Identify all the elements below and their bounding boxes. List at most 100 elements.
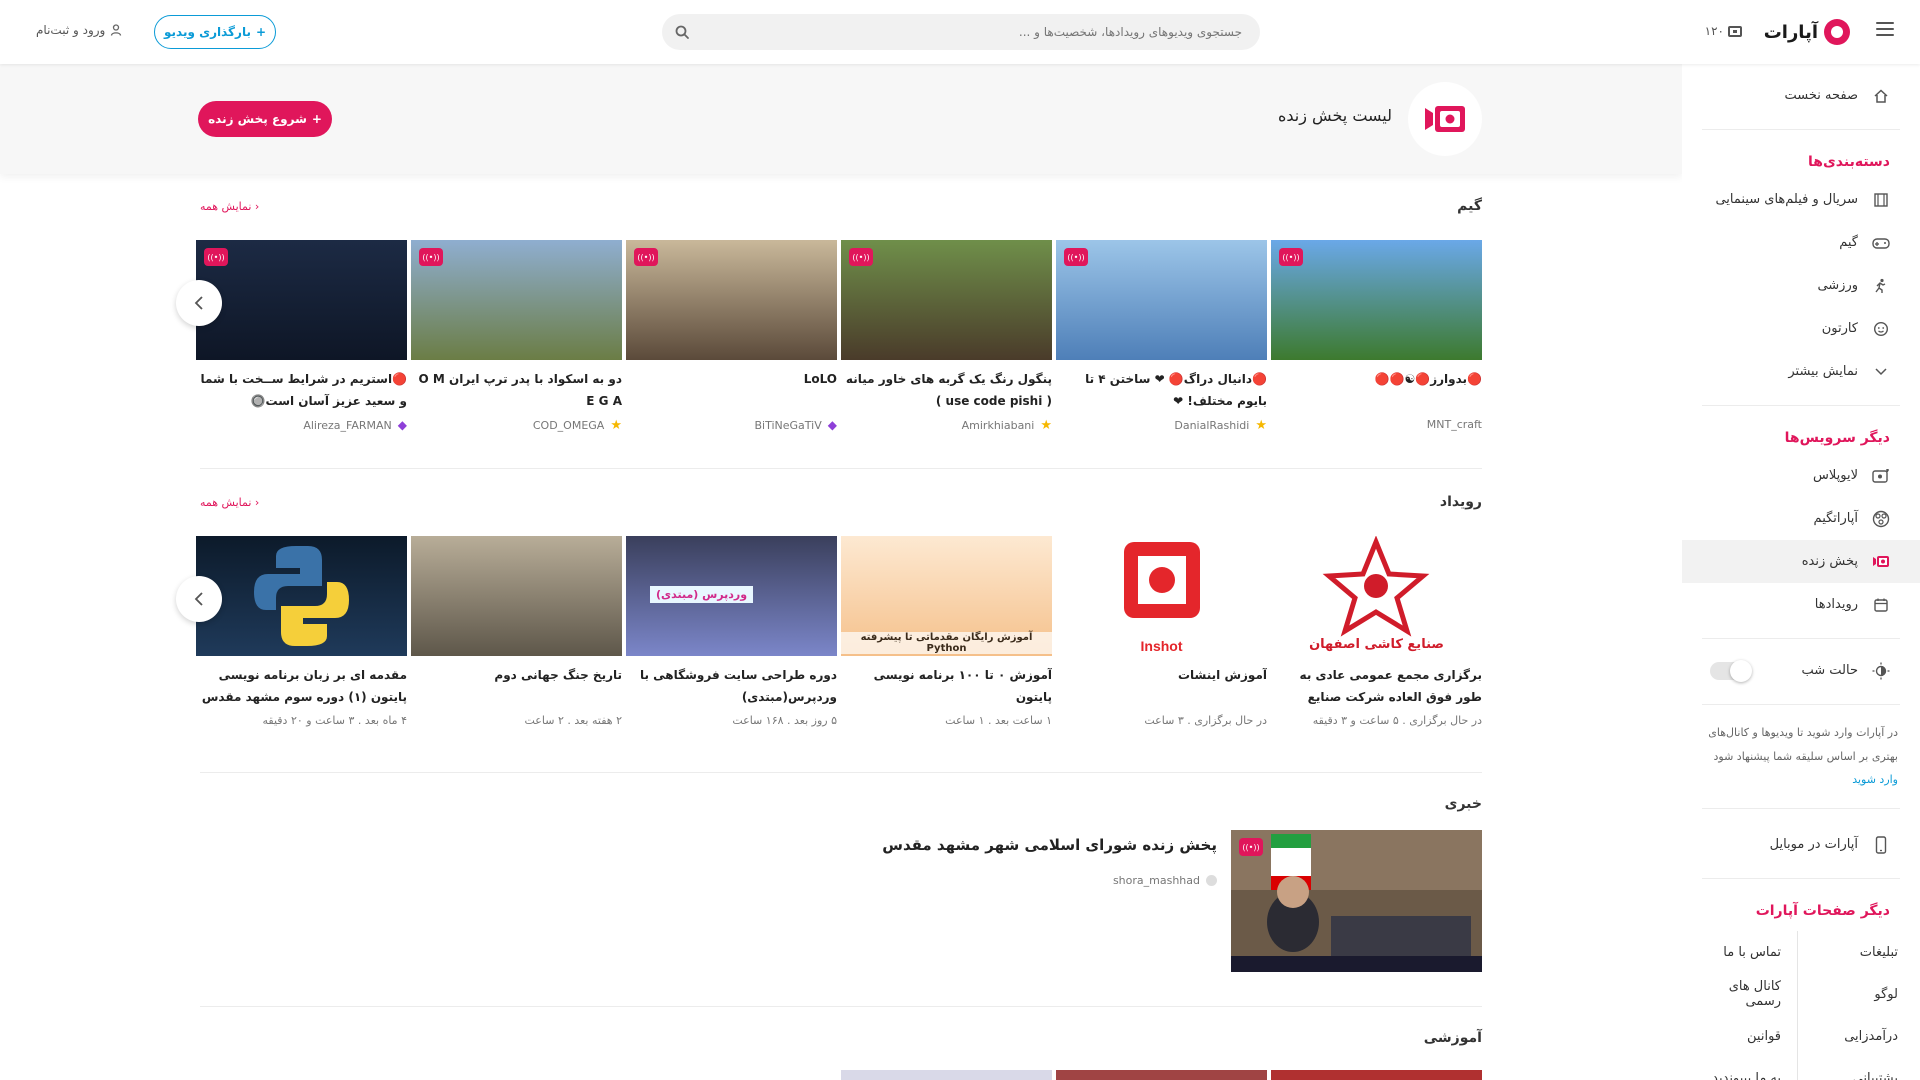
section-title-education[interactable]: آموزشی [1424, 1030, 1482, 1046]
sidebar-item-sport[interactable]: ورزشی [1682, 264, 1920, 307]
card-title[interactable]: دوره طراحی سایت فروشگاهی با وردپرس(مبتدی… [626, 664, 837, 708]
card-title[interactable]: LoLO [626, 368, 837, 412]
start-live-button[interactable]: + شروع پخش زنده [198, 101, 332, 137]
education-thumbnail[interactable] [841, 1070, 1052, 1080]
search-bar[interactable] [662, 14, 1260, 50]
inshot-label: Inshot [1140, 638, 1183, 654]
card-title[interactable]: پنگول رنگ یک گربه های خاور میانه ( use c… [841, 368, 1052, 412]
carousel-next-button[interactable] [176, 280, 222, 326]
page-link-ads[interactable]: تبلیغات [1798, 931, 1898, 973]
menu-icon[interactable] [1876, 22, 1894, 36]
live-counter[interactable]: ۱۲۰ [1705, 24, 1742, 38]
event-card[interactable]: وردپرس (مبتدی) دوره طراحی سایت فروشگاهی ب… [626, 536, 837, 727]
card-meta[interactable]: ◆ Alireza_FARMAN [196, 418, 407, 432]
diamond-icon: ◆ [827, 418, 837, 432]
game-thumbnail[interactable]: ((•)) [841, 240, 1052, 360]
game-card[interactable]: ((•)) LoLO ◆ BiTiNeGaTiV [626, 240, 837, 433]
event-thumbnail[interactable] [411, 536, 622, 656]
education-thumbnail[interactable] [1056, 1070, 1267, 1080]
aparat-logo[interactable]: آپارات [1764, 18, 1850, 46]
page-link-logo[interactable]: لوگو [1798, 973, 1898, 1015]
card-title[interactable]: 🔴بدوارز🔴☯🔴🔴 [1271, 368, 1482, 412]
news-card-title[interactable]: پخش زنده شورای اسلامی شهر مشهد مقدس [882, 836, 1217, 854]
card-title[interactable]: تاریخ جنگ جهانی دوم [411, 664, 622, 708]
sidebar-item-aparatgame[interactable]: آپاراتگیم [1682, 497, 1920, 540]
news-card[interactable]: ((•)) پخش زنده شورای اسلامی شهر مشهد مقد… [200, 830, 1482, 972]
event-thumbnail[interactable]: صنایع کاشی اصفهان [1271, 536, 1482, 656]
page-link-rules[interactable]: قوانین [1698, 1015, 1798, 1057]
event-card[interactable]: Inshot آموزش اینشات در حال برگزاری . ۳ ساع… [1056, 536, 1267, 727]
show-all-label: نمایش همه [200, 200, 252, 213]
event-card[interactable]: تاریخ جنگ جهانی دوم ۲ هفته بعد . ۲ ساعت [411, 536, 622, 727]
show-all-event[interactable]: ‹ نمایش همه [200, 496, 259, 509]
sidebar-item-live[interactable]: پخش زنده [1682, 540, 1920, 583]
channel-name: COD_OMEGA [532, 419, 605, 432]
night-mode-toggle[interactable] [1710, 659, 1752, 682]
section-title-event[interactable]: رویداد [1440, 494, 1482, 510]
login-label: ورود و ثبت‌نام [36, 23, 106, 37]
game-card[interactable]: ((•)) پنگول رنگ یک گربه های خاور میانه ( … [841, 240, 1052, 433]
sidebar-item-liveplus[interactable]: لایوپلاس [1682, 454, 1920, 497]
page-link-join-us[interactable]: به ما بپیوندید [1698, 1057, 1798, 1080]
section-title-game[interactable]: گیم [1457, 198, 1482, 214]
education-thumbnail[interactable] [1271, 1070, 1482, 1080]
game-thumbnail[interactable]: ((•)) [1056, 240, 1267, 360]
card-meta[interactable]: MNT_craft [1271, 418, 1482, 431]
show-all-game[interactable]: ‹ نمایش همه [200, 200, 259, 213]
carousel-next-button[interactable] [176, 576, 222, 622]
page-link-contact[interactable]: تماس با ما [1698, 931, 1798, 973]
news-card-meta[interactable]: shora_mashhad [882, 874, 1217, 887]
card-meta[interactable]: ★ Amirkhiabani [841, 418, 1052, 433]
event-card[interactable]: صنایع کاشی اصفهان برگزاری مجمع عمومی عادی… [1271, 536, 1482, 727]
card-title[interactable]: برگزاری مجمع عمومی عادی به طور فوق العاد… [1271, 664, 1482, 708]
sidebar-item-series[interactable]: سریال و فیلم‌های سینمایی [1682, 178, 1920, 221]
card-title[interactable]: آموزش اینشات [1056, 664, 1267, 708]
live-logo [1408, 82, 1482, 156]
card-meta[interactable]: ★ DanialRashidi [1056, 418, 1267, 433]
sidebar-item-game[interactable]: گیم [1682, 221, 1920, 264]
event-thumbnail[interactable]: وردپرس (مبتدی) [626, 536, 837, 656]
game-card[interactable]: ((•)) 🔴بدوارز🔴☯🔴🔴 MNT_craft [1271, 240, 1482, 433]
event-thumbnail[interactable]: Inshot [1056, 536, 1267, 656]
event-card[interactable]: آموزش رایگان مقدماتی تا پیشرفته Python آم… [841, 536, 1052, 727]
news-thumbnail[interactable]: ((•)) [1231, 830, 1482, 972]
game-thumbnail[interactable]: ((•)) [411, 240, 622, 360]
sidebar-login-link[interactable]: وارد شوید [1682, 769, 1920, 786]
page-link-support[interactable]: پشتیبانی [1798, 1057, 1898, 1080]
logo-text: آپارات [1763, 21, 1818, 43]
categories-heading: دسته‌بندی‌ها [1807, 154, 1890, 170]
night-mode-label: حالت شب [1801, 663, 1858, 678]
search-input[interactable] [662, 14, 1260, 50]
event-card[interactable]: مقدمه ای بر زبان برنامه نویسی پایتون (۱)… [196, 536, 407, 727]
card-title[interactable]: دو به اسکواد با پدر ترپ ایران O M E G A [411, 368, 623, 412]
page-link-official-channels[interactable]: کانال های رسمی [1698, 973, 1798, 1015]
event-thumbnail[interactable]: آموزش رایگان مقدماتی تا پیشرفته Python [841, 536, 1052, 656]
upload-video-button[interactable]: + بارگذاری ویدیو [154, 15, 276, 49]
event-thumbnail[interactable] [196, 536, 407, 656]
card-title[interactable]: 🔴استریم در شرایط ســخت با شما و سعید عزی… [196, 368, 407, 412]
calendar-icon [1872, 596, 1890, 614]
card-title[interactable]: مقدمه ای بر زبان برنامه نویسی پایتون (۱)… [196, 664, 407, 708]
game-card[interactable]: ((•)) دو به اسکواد با پدر ترپ ایران O M E… [411, 240, 622, 433]
sidebar-item-show-more[interactable]: نمایش بیشتر [1682, 350, 1920, 393]
game-card[interactable]: ((•)) 🔴استریم در شرایط ســخت با شما و سعی… [196, 240, 407, 433]
card-meta[interactable]: ★ COD_OMEGA [411, 418, 622, 433]
sidebar-item-home[interactable]: صفحه نخست [1682, 74, 1920, 117]
search-icon[interactable] [674, 24, 690, 40]
sidebar-item-mobile[interactable]: آپارات در موبایل [1682, 823, 1920, 866]
night-mode-row[interactable]: حالت شب [1682, 649, 1920, 692]
education-cards-row [841, 1070, 1482, 1080]
game-thumbnail[interactable]: ((•)) [196, 240, 407, 360]
chevron-left-icon [194, 592, 203, 606]
card-meta[interactable]: ◆ BiTiNeGaTiV [626, 418, 838, 432]
card-title[interactable]: آموزش ۰ تا ۱۰۰ برنامه نویسی پایتون [841, 664, 1052, 708]
game-thumbnail[interactable]: ((•)) [1271, 240, 1482, 360]
page-link-monetization[interactable]: درآمدزایی [1798, 1015, 1898, 1057]
sidebar-item-events[interactable]: رویدادها [1682, 583, 1920, 626]
login-link[interactable]: ورود و ثبت‌نام [36, 23, 122, 37]
game-card[interactable]: ((•)) 🔴دانیال دراگ🔴 ❤ ساختن ۴ تا بایوم مخ… [1056, 240, 1267, 433]
sidebar-item-cartoon[interactable]: کارتون [1682, 307, 1920, 350]
card-title[interactable]: 🔴دانیال دراگ🔴 ❤ ساختن ۴ تا بایوم مختلف! … [1056, 368, 1267, 412]
section-title-news[interactable]: خبری [1445, 796, 1482, 812]
game-thumbnail[interactable]: ((•)) [626, 240, 837, 360]
